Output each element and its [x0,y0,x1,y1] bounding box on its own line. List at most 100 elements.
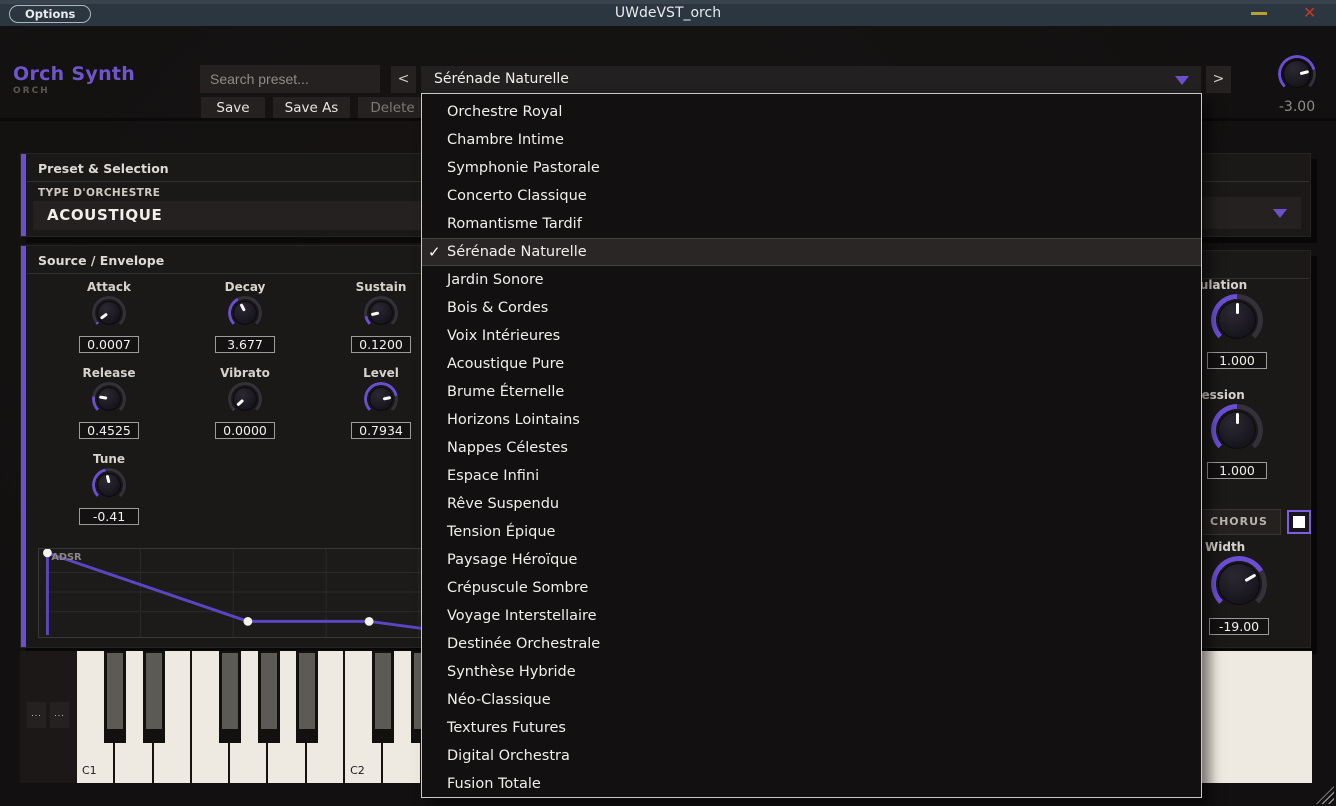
preset-item[interactable]: Horizons Lointains [422,406,1201,434]
knob-master[interactable]: -3.00 [1262,53,1332,115]
keyboard-mini-button-2[interactable]: ... [50,702,69,728]
preset-item[interactable]: Symphonie Pastorale [422,154,1201,182]
black-key[interactable] [257,651,280,743]
tune-knob[interactable] [92,468,126,502]
app-logo-title: Orch Synth [13,63,136,85]
sustain-value[interactable]: 0.1200 [351,336,411,353]
preset-item[interactable]: Néo-Classique [422,686,1201,714]
knob-pointer [105,474,110,484]
level-value[interactable]: 0.7934 [351,422,411,439]
knob-attack[interactable]: Attack 0.0007 [79,280,139,364]
black-key[interactable] [219,651,242,743]
master-volume-knob-cell[interactable]: -3.00 [1262,53,1332,115]
preset-item[interactable]: Espace Infini [422,462,1201,490]
knob-pointer [236,399,245,407]
preset-dropdown-list: Orchestre Royal Chambre Intime Symphonie P… [421,93,1202,798]
decay-knob[interactable] [228,296,262,330]
next-preset-button[interactable]: > [1206,66,1231,93]
chorus-button[interactable]: CHORUS [1197,509,1281,535]
width-knob[interactable] [1211,556,1267,612]
knob-pointer [370,311,380,317]
preset-item[interactable]: Sérénade Naturelle ✓ [422,238,1201,266]
previous-preset-button[interactable]: < [391,66,416,93]
knob-pointer [382,395,392,401]
modulation-value[interactable]: 1.000 [1207,352,1267,369]
black-key-top [298,653,315,729]
envelope-knob-grid: Attack 0.0007 Decay 3.677 Sustain 0.1200 Relea… [41,280,453,536]
preset-item[interactable]: Voyage Interstellaire [422,602,1201,630]
preset-item[interactable]: Fusion Totale [422,770,1201,798]
resize-grip-icon[interactable] [1316,786,1334,804]
width-value[interactable]: -19.00 [1209,618,1269,635]
level-label: Level [363,366,399,380]
attack-value[interactable]: 0.0007 [79,336,139,353]
knob-width[interactable]: Width -19.00 [1205,540,1273,635]
knob-decay[interactable]: Decay 3.677 [215,280,275,364]
preset-item[interactable]: Brume Éternelle [422,378,1201,406]
knob-level[interactable]: Level 0.7934 [351,366,411,450]
preset-item[interactable]: Orchestre Royal [422,98,1201,126]
search-input[interactable] [200,65,380,93]
decay-label: Decay [224,280,266,294]
background-window-strip [0,0,1336,4]
save-button[interactable]: Save [201,97,265,119]
knob-release[interactable]: Release 0.4525 [79,366,139,450]
preset-item[interactable]: Chambre Intime [422,126,1201,154]
black-key-top [222,653,239,729]
preset-item[interactable]: Paysage Héroïque [422,546,1201,574]
attack-knob[interactable] [92,296,126,330]
tune-value[interactable]: -0.41 [79,508,139,525]
preset-item[interactable]: Concerto Classique [422,182,1201,210]
preset-item[interactable]: Destinée Orchestrale [422,630,1201,658]
key-label-C1: C1 [82,764,97,777]
expression-value[interactable]: 1.000 [1207,462,1267,479]
level-knob[interactable] [364,382,398,416]
preset-item[interactable]: Romantisme Tardif [422,210,1201,238]
black-key[interactable] [295,651,318,743]
knob-tune[interactable]: Tune -0.41 [79,452,139,536]
modulation-knob[interactable] [1211,294,1263,346]
sustain-knob[interactable] [364,296,398,330]
master-knob[interactable] [1278,55,1316,93]
checkbox-fill [1293,516,1305,528]
delete-button[interactable]: Delete [358,97,427,119]
window-title: UWdeVST_orch [614,5,722,21]
decay-value[interactable]: 3.677 [215,336,275,353]
preset-item[interactable]: Voix Intérieures [422,322,1201,350]
minimize-icon[interactable] [1251,12,1267,15]
preset-item[interactable]: Synthèse Hybride [422,658,1201,686]
close-icon[interactable]: ✕ [1303,3,1316,22]
chorus-checkbox[interactable] [1287,510,1311,534]
vibrato-value[interactable]: 0.0000 [215,422,275,439]
release-value[interactable]: 0.4525 [79,422,139,439]
knob-pointer [98,395,108,401]
section-accent-stripe [21,246,26,647]
black-key[interactable] [104,651,127,743]
knob-vibrato[interactable]: Vibrato 0.0000 [215,366,275,450]
knob-sustain[interactable]: Sustain 0.1200 [351,280,411,364]
width-knob-cell[interactable]: Width -19.00 [1205,540,1273,635]
chevron-down-icon [1175,76,1189,85]
preset-combobox[interactable]: Sérénade Naturelle [421,66,1201,93]
black-key[interactable] [372,651,395,743]
knob-pointer [1235,303,1239,314]
preset-item[interactable]: Tension Épique [422,518,1201,546]
preset-item[interactable]: Rêve Suspendu [422,490,1201,518]
preset-item[interactable]: Bois & Cordes [422,294,1201,322]
black-key-top [145,653,162,729]
black-key[interactable] [142,651,165,743]
attack-label: Attack [87,280,131,294]
keyboard-mini-button-1[interactable]: ... [27,702,46,728]
preset-item[interactable]: Digital Orchestra [422,742,1201,770]
expression-knob[interactable] [1211,404,1263,456]
preset-item[interactable]: Acoustique Pure [422,350,1201,378]
save-as-button[interactable]: Save As [273,97,350,119]
vibrato-label: Vibrato [220,366,270,380]
preset-item[interactable]: Nappes Célestes [422,434,1201,462]
release-knob[interactable] [92,382,126,416]
vibrato-knob[interactable] [228,382,262,416]
checkmark-icon: ✓ [428,243,441,261]
preset-item[interactable]: Textures Futures [422,714,1201,742]
preset-item[interactable]: Jardin Sonore [422,266,1201,294]
preset-item[interactable]: Crépuscule Sombre [422,574,1201,602]
